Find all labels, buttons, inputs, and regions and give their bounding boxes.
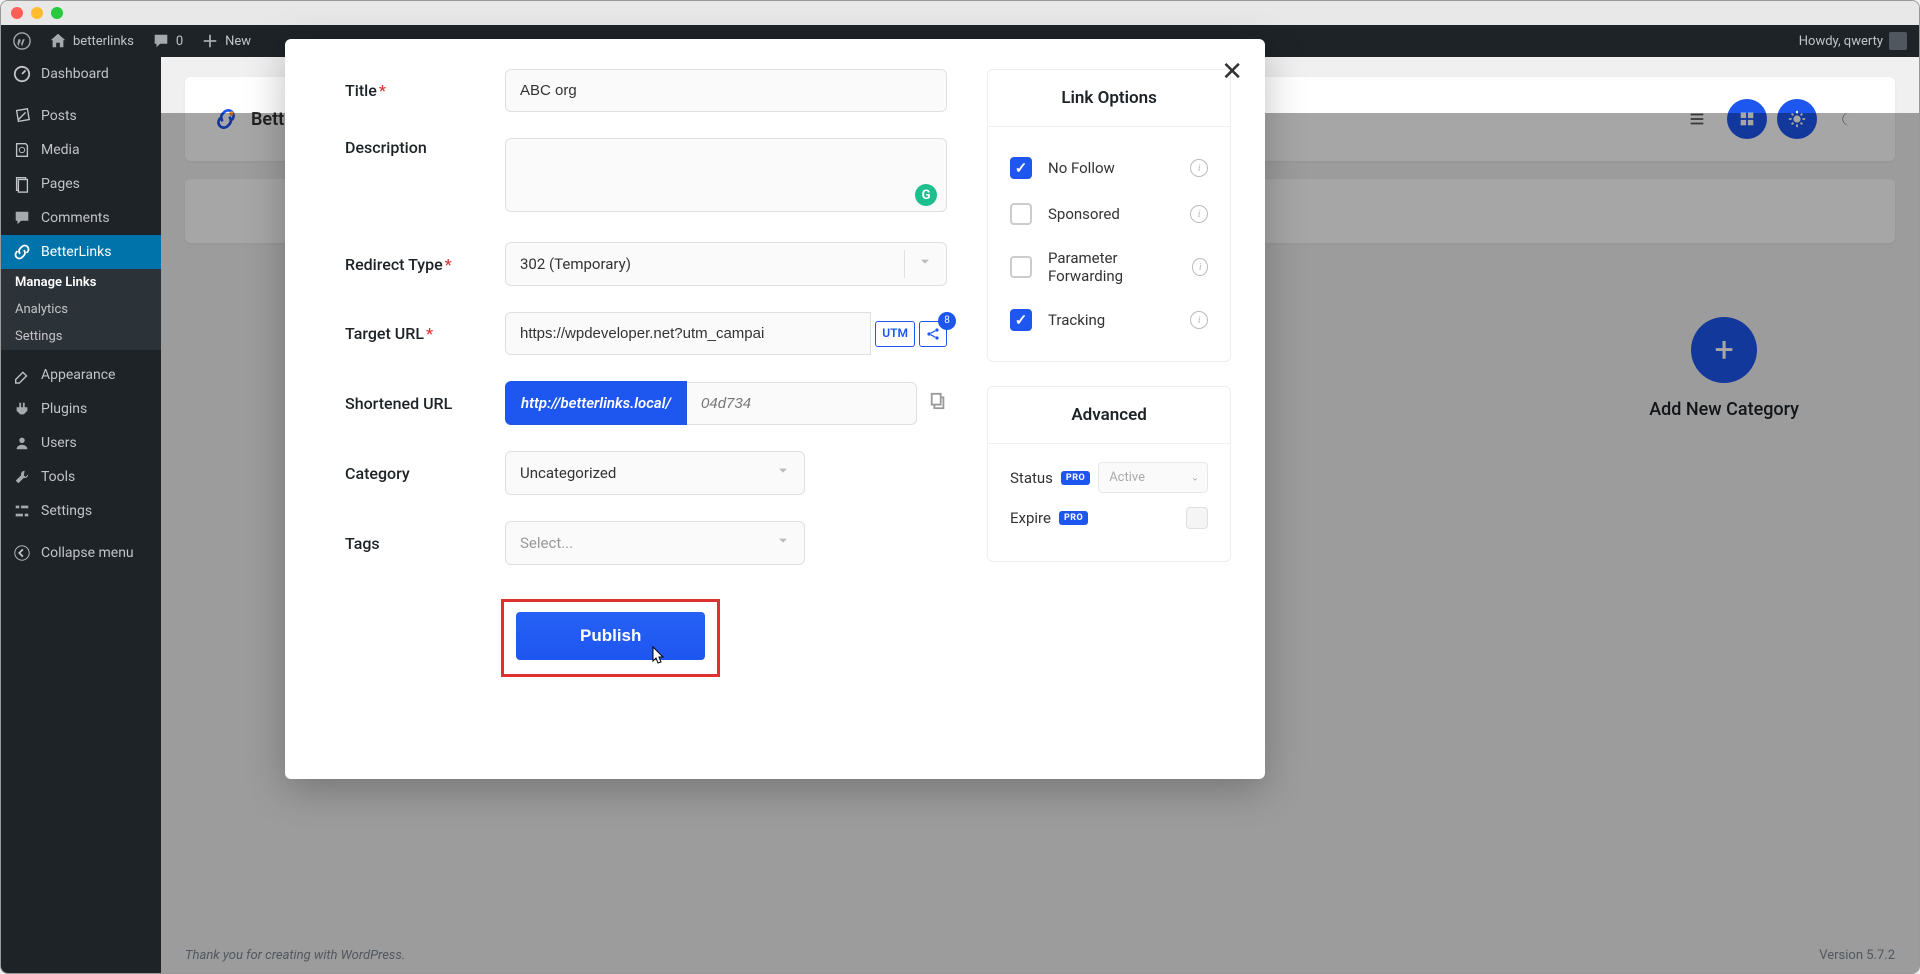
avatar [1889,32,1907,50]
target-url-input[interactable] [505,312,871,355]
add-category-label: Add New Category [1649,399,1799,420]
advanced-panel: Advanced Status PRO Active ⌄ Expire PRO [987,386,1231,562]
comments-link[interactable]: 0 [152,32,183,50]
info-icon[interactable] [1190,205,1208,223]
info-icon[interactable] [1190,311,1208,329]
wp-logo[interactable] [13,32,31,50]
link-options-heading: Link Options [988,70,1230,127]
howdy[interactable]: Howdy, qwerty [1799,32,1907,50]
redirect-select[interactable]: 302 (Temporary) [505,242,947,286]
add-category: + Add New Category [1649,317,1799,420]
mac-titlebar [1,1,1919,25]
checkbox-icon[interactable] [1010,256,1032,278]
admin-sidebar: Dashboard Posts Media Pages Comments Bet… [1,57,161,973]
close-icon[interactable]: ✕ [1221,57,1243,87]
category-label: Category [345,464,505,483]
footer-version: Version 5.7.2 [1819,948,1895,963]
dark-mode-button[interactable] [1827,99,1867,139]
menu-media[interactable]: Media [1,133,161,167]
tags-label: Tags [345,534,505,553]
share-badge: 8 [938,312,956,330]
adv-expire-row: Expire PRO [1010,507,1208,529]
howdy-text: Howdy, qwerty [1799,34,1883,49]
betterlinks-logo-icon [213,106,239,132]
new-label: New [225,34,251,49]
pro-badge: PRO [1061,471,1090,485]
max-window-dot[interactable] [51,7,63,19]
status-select[interactable]: Active [1098,462,1208,493]
opt-sponsored[interactable]: Sponsored [1010,191,1208,237]
opt-nofollow[interactable]: No Follow [1010,145,1208,191]
short-prefix: http://betterlinks.local/ [505,381,687,425]
utm-button[interactable]: UTM [875,321,915,347]
submenu-settings[interactable]: Settings [1,323,161,350]
light-mode-button[interactable] [1777,99,1817,139]
menu-dashboard[interactable]: Dashboard [1,57,161,91]
copy-icon[interactable] [929,392,947,414]
add-category-button[interactable]: + [1691,317,1757,383]
expire-label: Expire [1010,509,1051,527]
title-input[interactable] [505,69,947,112]
menu-appearance[interactable]: Appearance [1,358,161,392]
menu-comments[interactable]: Comments [1,201,161,235]
site-name: betterlinks [73,34,134,49]
tags-select[interactable]: Select... [505,521,805,565]
target-label: Target URL* [345,324,505,343]
redirect-label: Redirect Type* [345,255,505,274]
cursor-icon [651,646,667,666]
menu-pages[interactable]: Pages [1,167,161,201]
menu-tools[interactable]: Tools [1,460,161,494]
short-slug-input[interactable] [687,382,917,425]
publish-highlight: Publish [501,599,720,677]
info-icon[interactable] [1190,159,1208,177]
adv-status-row: Status PRO Active ⌄ [1010,462,1208,493]
checkbox-checked-icon[interactable] [1010,157,1032,179]
footer-thanks: Thank you for creating with WordPress. [185,948,405,963]
grammarly-icon[interactable]: G [915,184,937,206]
menu-plugins[interactable]: Plugins [1,392,161,426]
comment-count: 0 [176,34,183,49]
pro-badge: PRO [1059,511,1088,525]
expire-toggle[interactable] [1186,507,1208,529]
min-window-dot[interactable] [31,7,43,19]
opt-tracking[interactable]: Tracking [1010,297,1208,343]
description-label: Description [345,138,505,157]
submenu-manage-links[interactable]: Manage Links [1,269,161,296]
advanced-heading: Advanced [988,387,1230,444]
grid-view-button[interactable] [1727,99,1767,139]
site-link[interactable]: betterlinks [49,32,134,50]
share-button[interactable]: 8 [919,321,947,347]
menu-settings[interactable]: Settings [1,494,161,528]
link-options-panel: Link Options No Follow Sponsored Paramet… [987,69,1231,362]
checkbox-checked-icon[interactable] [1010,309,1032,331]
submenu-analytics[interactable]: Analytics [1,296,161,323]
menu-betterlinks[interactable]: BetterLinks [1,235,161,269]
title-label: Title* [345,81,505,100]
checkbox-icon[interactable] [1010,203,1032,225]
edit-link-modal: ✕ Title* Description G Redirect Type* 30… [285,39,1265,779]
short-label: Shortened URL [345,394,505,413]
category-select[interactable]: Uncategorized [505,451,805,495]
status-label: Status [1010,469,1053,487]
opt-paramfwd[interactable]: Parameter Forwarding [1010,237,1208,297]
new-link[interactable]: New [201,32,251,50]
menu-posts[interactable]: Posts [1,99,161,133]
submenu-betterlinks: Manage Links Analytics Settings [1,269,161,350]
footer: Thank you for creating with WordPress. V… [185,948,1895,963]
info-icon[interactable] [1192,258,1208,276]
publish-button[interactable]: Publish [516,612,705,660]
list-view-button[interactable] [1677,99,1717,139]
description-input[interactable] [505,138,947,212]
menu-users[interactable]: Users [1,426,161,460]
menu-collapse[interactable]: Collapse menu [1,536,161,570]
close-window-dot[interactable] [11,7,23,19]
